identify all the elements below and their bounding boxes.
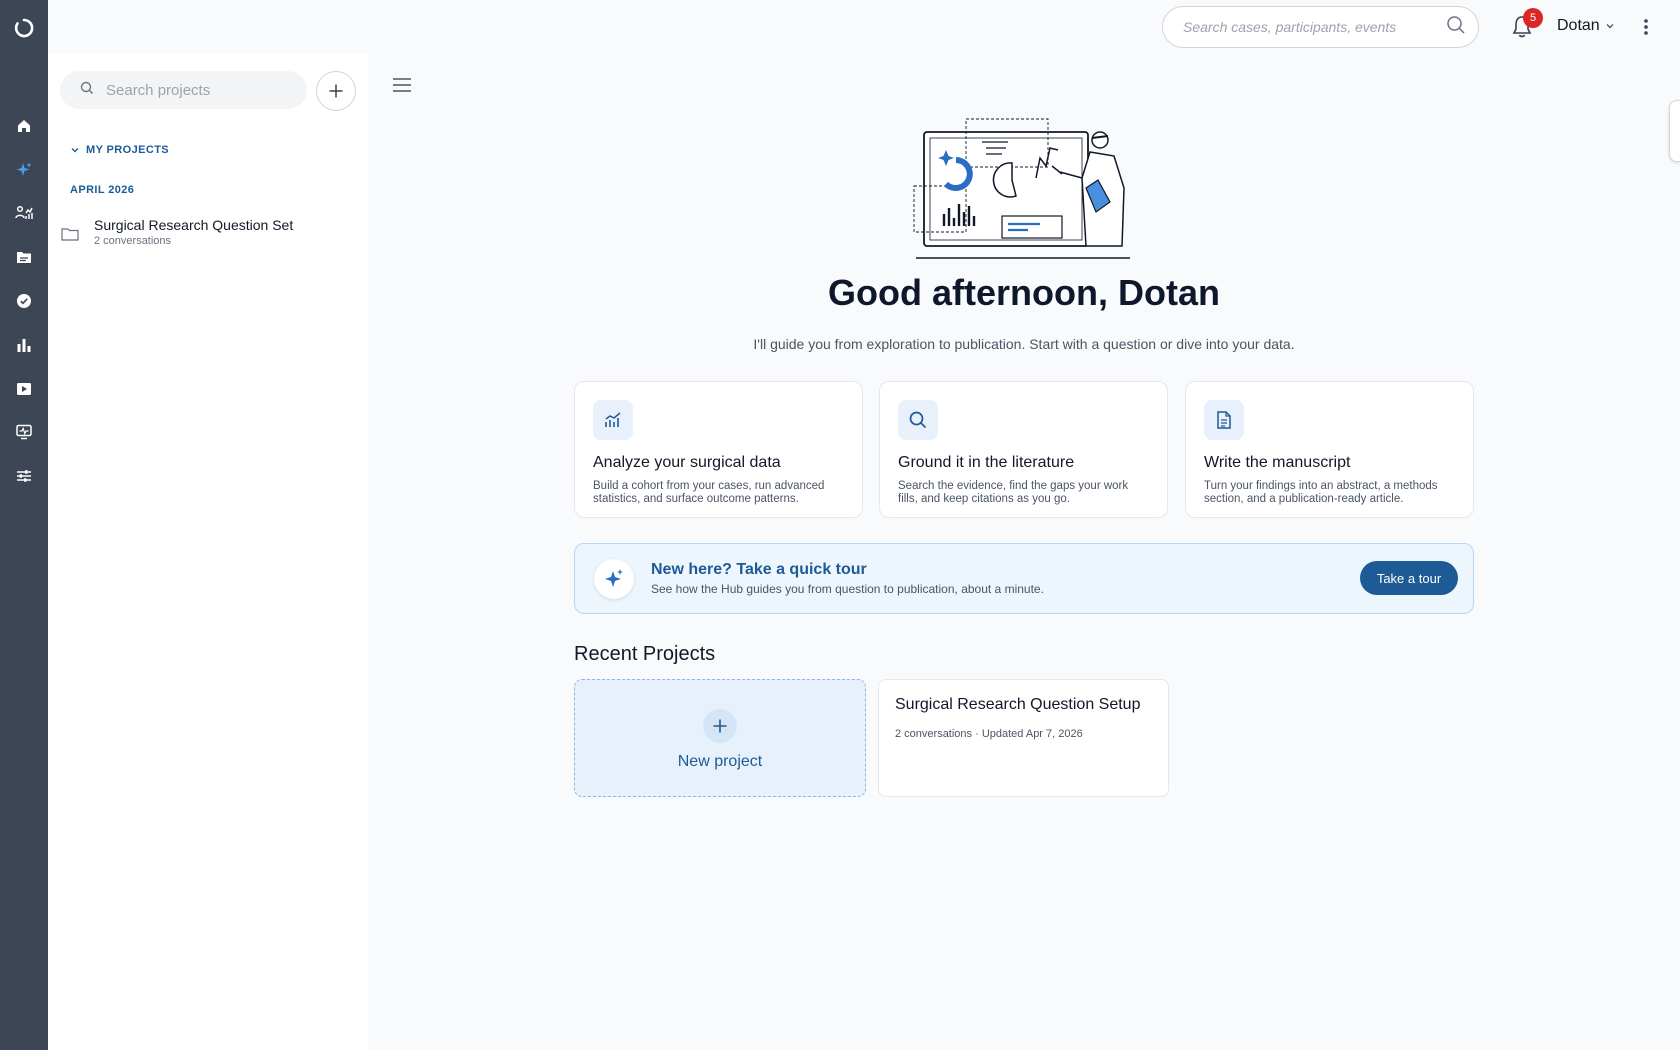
global-search[interactable] (1162, 6, 1479, 48)
new-project-card[interactable]: New project (574, 679, 866, 797)
app-logo-icon[interactable] (12, 16, 36, 40)
notification-count-badge: 5 (1523, 8, 1543, 28)
card-description: Search the evidence, find the gaps your … (898, 480, 1129, 505)
bar-chart-icon[interactable] (14, 335, 34, 355)
card-title: Write the manuscript (1204, 454, 1351, 471)
projects-sidebar: MY PROJECTS APRIL 2026 Surgical Research… (48, 54, 368, 1050)
card-description: Turn your findings into an abstract, a m… (1204, 480, 1438, 505)
hamburger-menu-icon[interactable] (392, 75, 412, 95)
section-label: MY PROJECTS (86, 144, 170, 156)
side-panel-handle[interactable] (1669, 100, 1680, 162)
verified-badge-icon[interactable] (14, 291, 34, 311)
take-tour-button[interactable]: Take a tour (1360, 561, 1458, 595)
plus-icon (703, 709, 737, 743)
quick-tour-banner: New here? Take a quick tour See how the … (574, 543, 1474, 614)
card-manuscript[interactable]: Write the manuscript Turn your findings … (1185, 381, 1474, 518)
card-title: Ground it in the literature (898, 454, 1075, 471)
chevron-down-icon (71, 148, 79, 153)
plus-icon (329, 84, 343, 98)
greeting-subtitle: I'll guide you from exploration to publi… (753, 336, 1295, 352)
folder-icon[interactable] (14, 247, 34, 267)
project-search[interactable] (60, 71, 307, 109)
user-name: Dotan (1557, 17, 1600, 34)
icon-rail (0, 0, 48, 1050)
global-search-input[interactable] (1183, 19, 1446, 35)
monitor-icon[interactable] (14, 422, 34, 442)
recent-project-meta: 2 conversations · Updated Apr 7, 2026 (895, 728, 1083, 740)
card-literature[interactable]: Ground it in the literature Search the e… (879, 381, 1168, 518)
greeting-heading: Good afternoon, Dotan (828, 272, 1220, 313)
settings-sliders-icon[interactable] (14, 466, 34, 486)
card-description: Build a cohort from your cases, run adva… (593, 480, 825, 505)
sidebar-project-title: Surgical Research Question Setu (94, 217, 294, 233)
folder-outline-icon (61, 228, 79, 241)
hero-illustration (910, 118, 1136, 260)
sidebar-project-meta: 2 conversations (94, 235, 172, 247)
add-project-button[interactable] (316, 71, 356, 111)
recent-project-title: Surgical Research Question Setup (895, 696, 1141, 713)
card-title: Analyze your surgical data (593, 454, 781, 471)
more-options-icon[interactable] (1638, 16, 1654, 38)
chart-line-icon (593, 400, 633, 440)
tour-description: See how the Hub guides you from question… (651, 582, 1044, 596)
month-group-label: APRIL 2026 (70, 184, 135, 196)
search-icon (898, 400, 938, 440)
card-analyze-data[interactable]: Analyze your surgical data Build a cohor… (574, 381, 863, 518)
chevron-down-icon (1606, 24, 1614, 29)
sidebar-project-item[interactable]: Surgical Research Question Setu 2 conver… (60, 214, 360, 254)
sparkle-assistant-icon[interactable] (14, 160, 34, 180)
recent-project-card[interactable]: Surgical Research Question Setup 2 conve… (878, 679, 1169, 797)
video-icon[interactable] (14, 379, 34, 399)
document-icon (1204, 400, 1244, 440)
sparkle-icon (594, 559, 634, 599)
user-menu[interactable]: Dotan (1557, 17, 1614, 35)
my-projects-toggle[interactable]: MY PROJECTS (70, 144, 169, 156)
new-project-label: New project (677, 753, 763, 770)
search-icon (80, 81, 94, 100)
analytics-icon[interactable] (14, 203, 34, 223)
home-icon[interactable] (14, 116, 34, 136)
search-icon[interactable] (1446, 15, 1466, 40)
tour-title: New here? Take a quick tour (651, 561, 867, 578)
recent-projects-heading: Recent Projects (574, 643, 716, 665)
project-search-input[interactable] (106, 81, 286, 99)
